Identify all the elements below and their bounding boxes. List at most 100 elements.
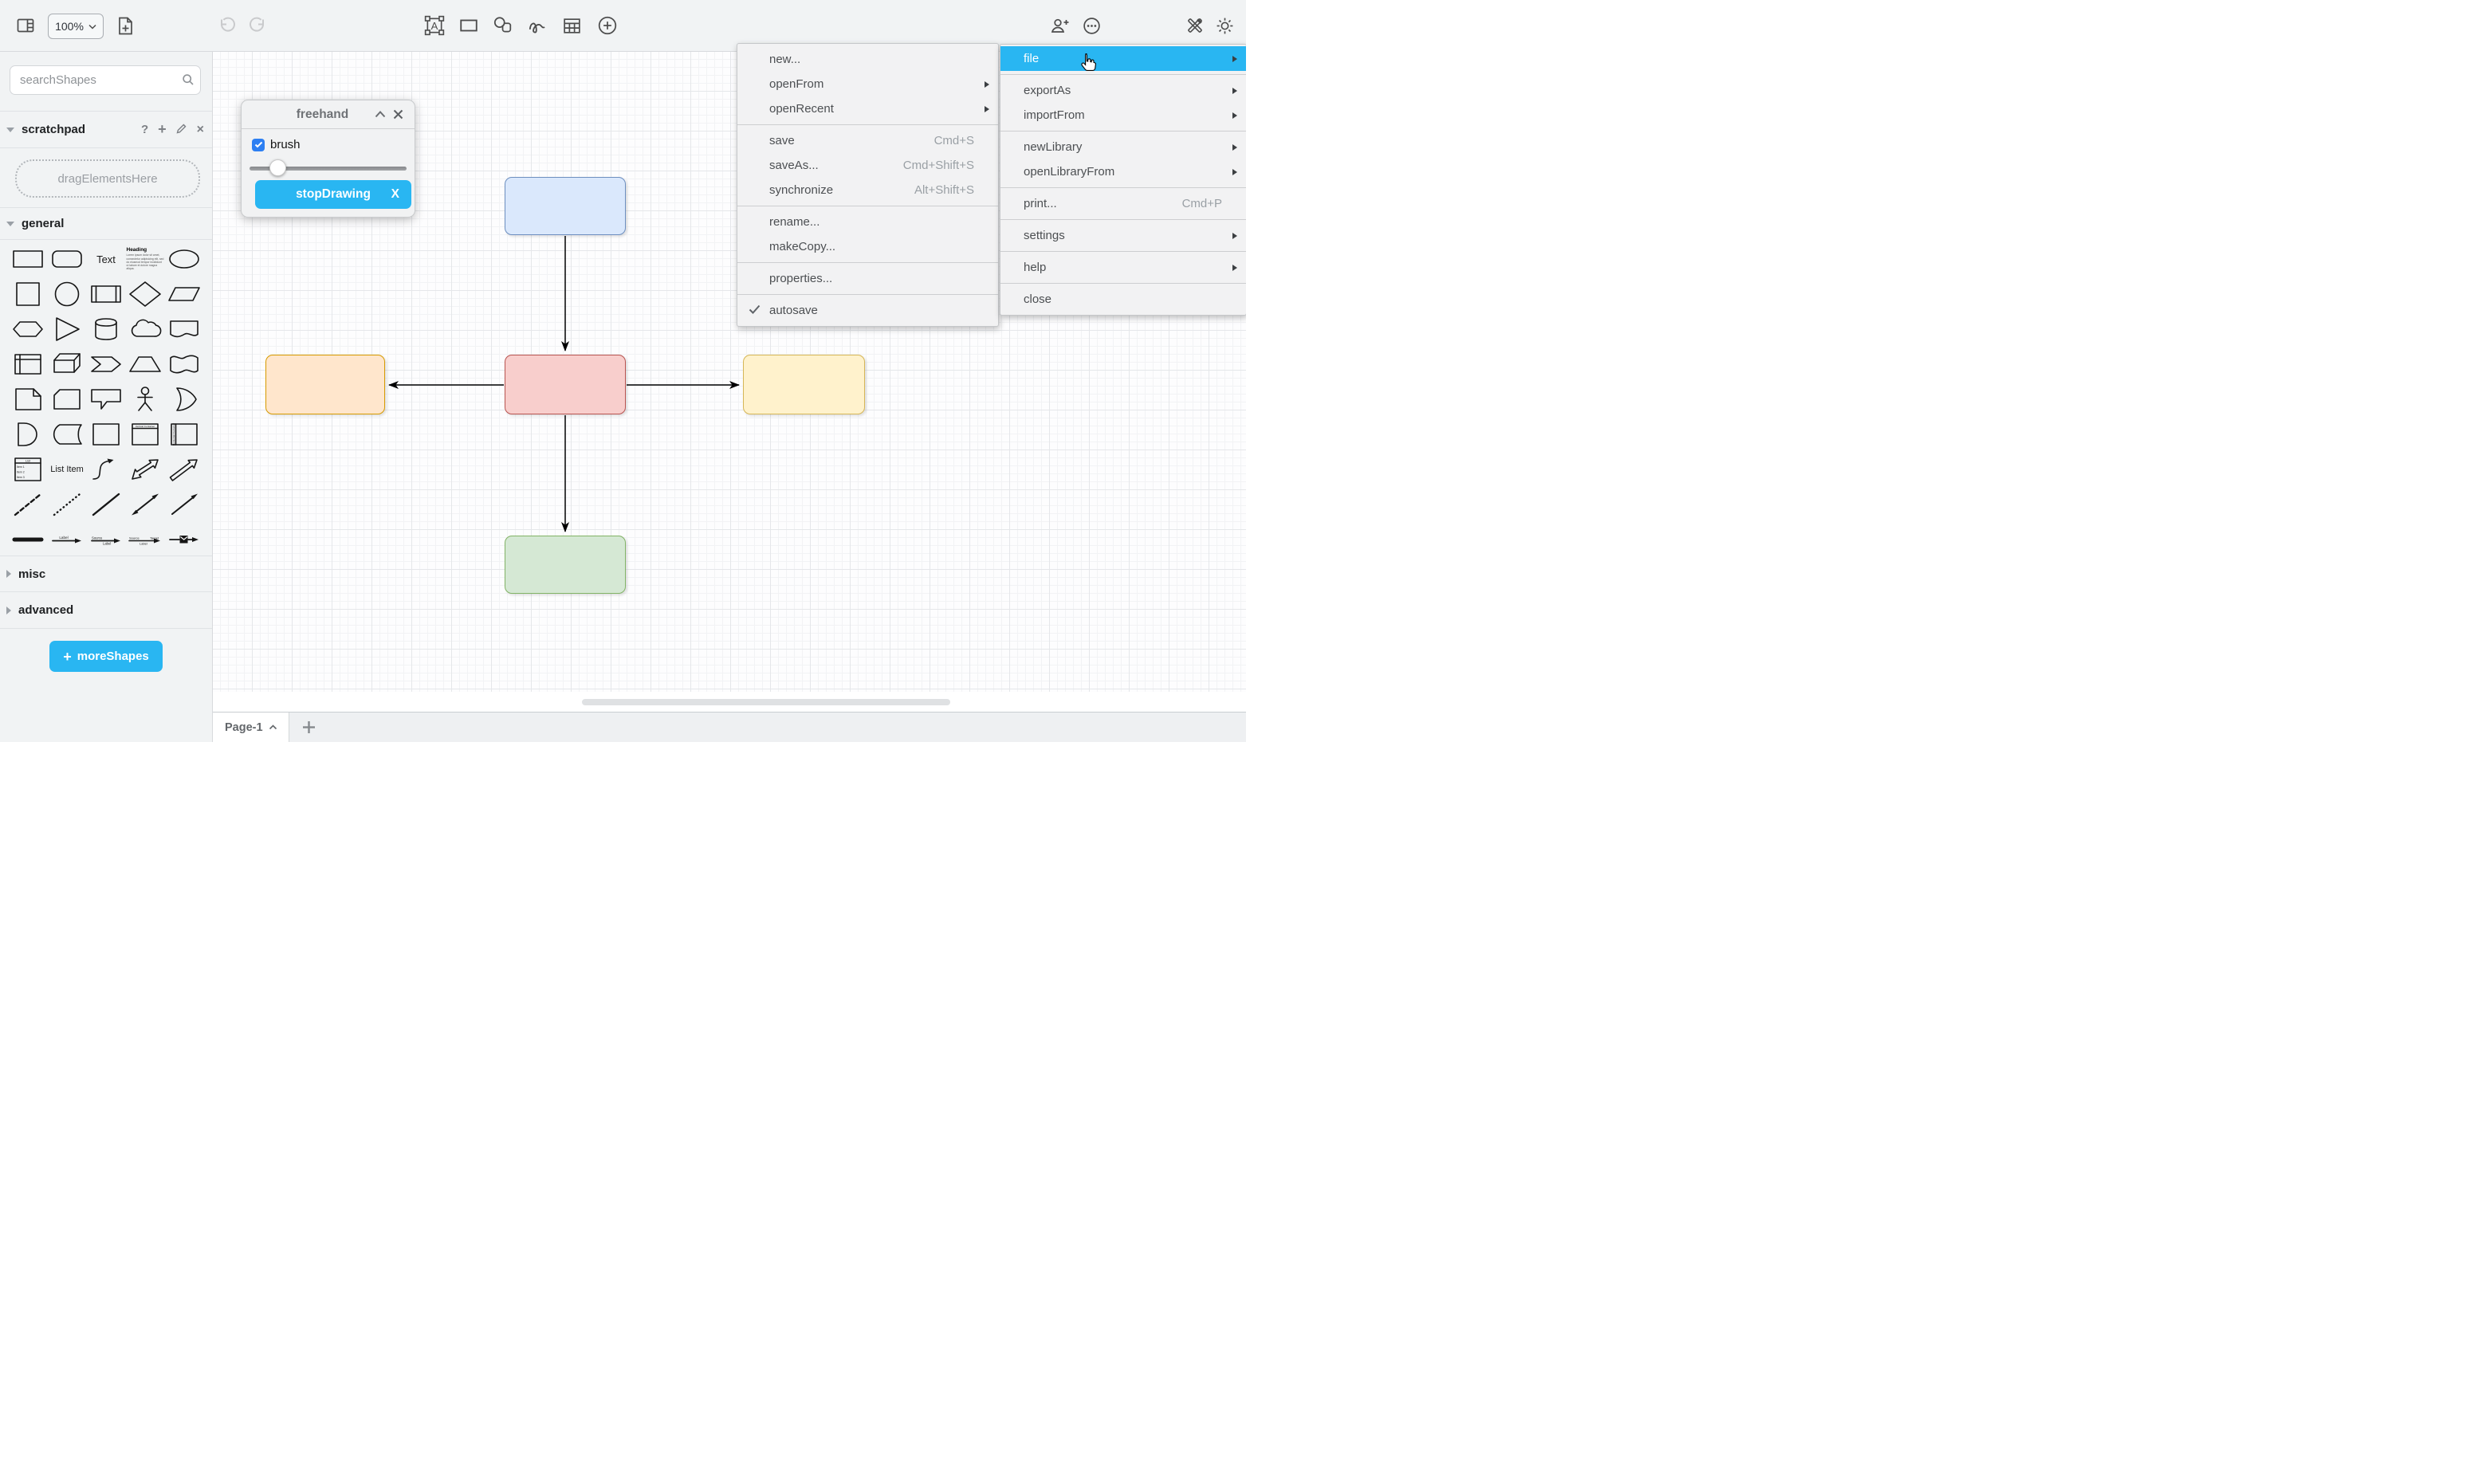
shape-process[interactable] xyxy=(87,277,126,312)
sidebar-toggle-icon[interactable] xyxy=(15,15,36,36)
shape-internal-storage[interactable] xyxy=(9,347,48,382)
shape-container[interactable] xyxy=(87,417,126,452)
shape-list[interactable]: ListItem 1Item 2Item 3 xyxy=(9,452,48,487)
shape-arrow-source-label[interactable]: SourceLabel xyxy=(87,522,126,557)
shape-bidirectional-arrow[interactable] xyxy=(126,452,165,487)
shape-bidirectional-connector[interactable] xyxy=(126,487,165,522)
brush-size-slider[interactable] xyxy=(250,159,407,177)
theme-icon[interactable] xyxy=(1214,15,1235,36)
shape-tape[interactable] xyxy=(165,347,204,382)
shape-rounded-rectangle[interactable] xyxy=(48,241,87,277)
node-left[interactable] xyxy=(265,355,385,414)
sidebar-section-misc[interactable]: misc xyxy=(0,556,212,592)
menu-item-rename[interactable]: rename... xyxy=(737,210,998,234)
shape-dashed-line[interactable] xyxy=(9,487,48,522)
shape-card[interactable] xyxy=(48,382,87,417)
close-icon[interactable]: × xyxy=(197,123,204,137)
node-top[interactable] xyxy=(505,177,626,235)
shape-link[interactable] xyxy=(9,522,48,557)
shape-step[interactable] xyxy=(87,347,126,382)
menu-item-openlibraryfrom[interactable]: openLibraryFrom xyxy=(1000,159,1246,184)
sidebar-section-scratchpad[interactable]: scratchpad ? + × xyxy=(0,112,212,148)
menu-item-autosave[interactable]: autosave xyxy=(737,298,998,323)
help-icon[interactable]: ? xyxy=(141,123,148,136)
table-tool-icon[interactable] xyxy=(561,15,582,36)
shape-triangle[interactable] xyxy=(48,312,87,347)
menu-item-properties[interactable]: properties... xyxy=(737,266,998,291)
undo-icon[interactable] xyxy=(217,15,238,36)
shape-directional-connector[interactable] xyxy=(165,487,204,522)
slider-thumb[interactable] xyxy=(269,159,286,176)
menu-item-new[interactable]: new... xyxy=(737,47,998,72)
shape-document[interactable] xyxy=(165,312,204,347)
page-tab[interactable]: Page-1 xyxy=(212,713,289,742)
text-tool-icon[interactable]: A xyxy=(424,15,445,36)
shape-circle[interactable] xyxy=(48,277,87,312)
shape-rectangle[interactable] xyxy=(9,241,48,277)
shape-or[interactable] xyxy=(165,382,204,417)
node-right[interactable] xyxy=(743,355,865,414)
shape-note[interactable] xyxy=(9,382,48,417)
shape-arrow[interactable] xyxy=(165,452,204,487)
shape-and[interactable] xyxy=(9,417,48,452)
shape-horizontal-container[interactable]: Horizontal Container xyxy=(165,417,204,452)
horizontal-scrollbar[interactable] xyxy=(582,699,950,705)
menu-item-importfrom[interactable]: importFrom xyxy=(1000,103,1246,128)
shape-data-storage[interactable] xyxy=(48,417,87,452)
shape-square[interactable] xyxy=(9,277,48,312)
shape-arrow-with-label[interactable]: Label xyxy=(48,522,87,557)
add-shape-icon[interactable] xyxy=(597,15,618,36)
more-icon[interactable] xyxy=(1081,15,1102,36)
menu-item-print[interactable]: print...Cmd+P xyxy=(1000,191,1246,216)
add-page-button[interactable] xyxy=(292,713,325,742)
shape-cube[interactable] xyxy=(48,347,87,382)
menu-item-newlibrary[interactable]: newLibrary xyxy=(1000,135,1246,159)
rectangle-tool-icon[interactable] xyxy=(458,15,479,36)
new-page-icon[interactable] xyxy=(115,15,136,36)
shape-textbox[interactable]: HeadingLorem ipsum dolor sit amet, conse… xyxy=(126,241,165,277)
shape-cloud[interactable] xyxy=(126,312,165,347)
shape-callout[interactable] xyxy=(87,382,126,417)
shape-hexagon[interactable] xyxy=(9,312,48,347)
add-icon[interactable]: + xyxy=(158,121,167,138)
sidebar-section-advanced[interactable]: advanced xyxy=(0,592,212,629)
shape-arrow-source-target[interactable]: SourceLabelTarget xyxy=(126,522,165,557)
node-center[interactable] xyxy=(505,355,626,414)
collapse-dialog-button[interactable] xyxy=(371,106,389,124)
menu-item-settings[interactable]: settings xyxy=(1000,223,1246,248)
sidebar-section-general[interactable]: general xyxy=(0,208,212,240)
menu-item-synchronize[interactable]: synchronizeAlt+Shift+S xyxy=(737,178,998,202)
menu-item-close[interactable]: close xyxy=(1000,287,1246,312)
shape-trapezoid[interactable] xyxy=(126,347,165,382)
more-shapes-button[interactable]: + moreShapes xyxy=(49,641,163,672)
brush-checkbox[interactable] xyxy=(252,139,265,151)
shape-line[interactable] xyxy=(87,487,126,522)
shape-ellipse[interactable] xyxy=(165,241,204,277)
shape-tool-icon[interactable] xyxy=(492,15,513,36)
menu-item-saveas[interactable]: saveAs...Cmd+Shift+S xyxy=(737,153,998,178)
shape-arrow-with-box[interactable] xyxy=(165,522,204,557)
node-bottom[interactable] xyxy=(505,536,626,594)
shape-curve[interactable] xyxy=(87,452,126,487)
zoom-dropdown[interactable]: 100% xyxy=(48,14,104,39)
shape-text[interactable]: Text xyxy=(87,241,126,277)
close-dialog-button[interactable] xyxy=(389,106,407,124)
menu-item-openrecent[interactable]: openRecent xyxy=(737,96,998,121)
shape-diamond[interactable] xyxy=(126,277,165,312)
shape-list-item[interactable]: List Item xyxy=(48,452,87,487)
shape-vertical-container[interactable]: Vertical Container xyxy=(126,417,165,452)
brush-checkbox-row[interactable]: brush xyxy=(252,138,301,151)
freehand-tool-icon[interactable] xyxy=(527,15,548,36)
sketch-icon[interactable] xyxy=(1185,15,1205,36)
shape-actor[interactable] xyxy=(126,382,165,417)
shape-cylinder[interactable] xyxy=(87,312,126,347)
share-icon[interactable] xyxy=(1050,15,1071,36)
menu-item-exportas[interactable]: exportAs xyxy=(1000,78,1246,103)
shape-dotted-line[interactable] xyxy=(48,487,87,522)
search-input[interactable] xyxy=(10,65,201,95)
freehand-dialog-titlebar[interactable]: freehand xyxy=(242,100,415,129)
stop-drawing-button[interactable]: stopDrawing X xyxy=(255,180,411,209)
redo-icon[interactable] xyxy=(247,15,268,36)
menu-item-openfrom[interactable]: openFrom xyxy=(737,72,998,96)
shape-parallelogram[interactable] xyxy=(165,277,204,312)
